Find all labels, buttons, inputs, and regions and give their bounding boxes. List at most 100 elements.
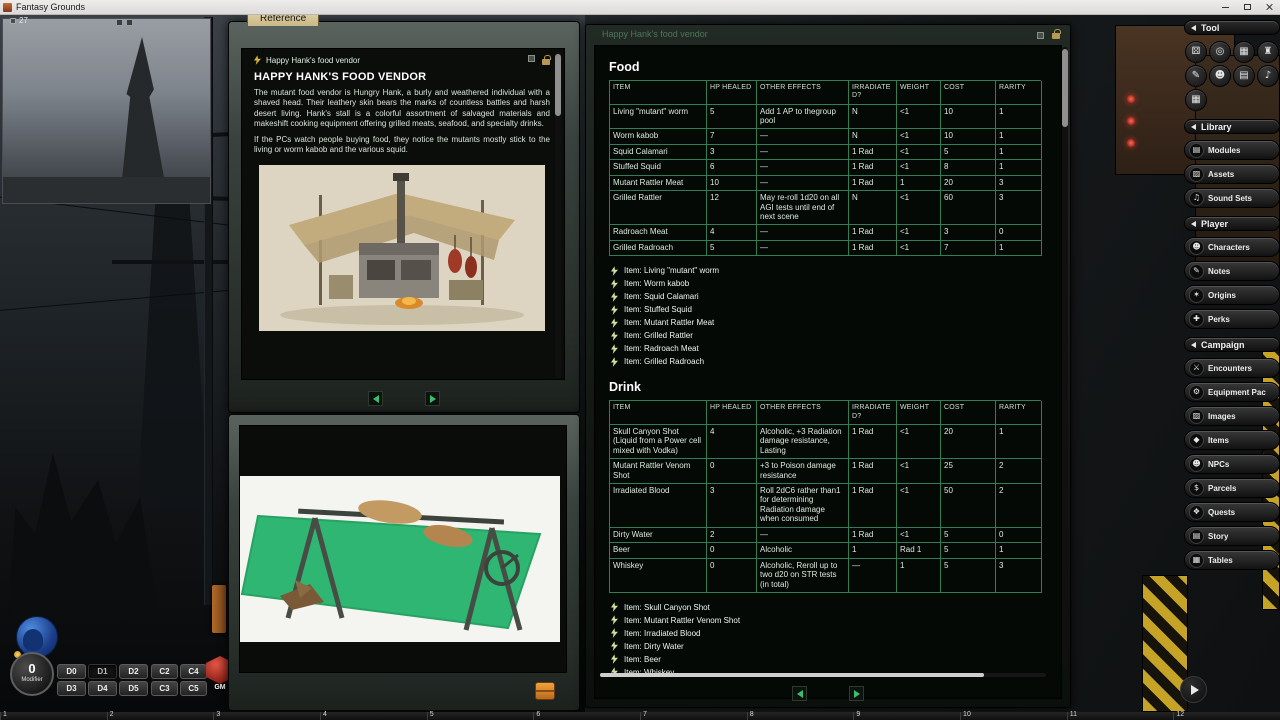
group-label: Campaign <box>1201 340 1245 350</box>
unpin-icon[interactable] <box>116 19 123 26</box>
item-link[interactable]: Item: Worm kabob <box>611 277 1047 290</box>
tool-button[interactable]: ▤ <box>1233 65 1255 87</box>
item-link[interactable]: Item: Irradiated Blood <box>611 627 1047 640</box>
pin-icon[interactable] <box>1037 32 1044 39</box>
item-link[interactable]: Item: Radroach Meat <box>611 342 1047 355</box>
die-button[interactable]: D4 <box>88 681 117 696</box>
item-link[interactable]: Item: Grilled Radroach <box>611 355 1047 368</box>
cell-other-effects: — <box>757 528 849 543</box>
modifier-dial[interactable]: 0 Modifier <box>10 652 54 696</box>
cell-hp-healed: 0 <box>707 459 757 484</box>
prev-page-button[interactable] <box>792 686 807 701</box>
lock-icon[interactable] <box>542 59 550 65</box>
sidebar-item[interactable]: ▨ Assets <box>1184 164 1280 184</box>
die-button[interactable]: C3 <box>151 681 178 696</box>
app-icon <box>3 3 12 12</box>
sidebar-item[interactable]: ⚔ Encounters <box>1184 358 1280 378</box>
die-button[interactable]: D5 <box>119 681 148 696</box>
resize-icon[interactable] <box>126 19 133 26</box>
tool-button[interactable]: ⚄ <box>1185 41 1207 63</box>
scene-preview-panel[interactable] <box>2 18 211 204</box>
sidebar-item[interactable]: ❖ Quests <box>1184 502 1280 522</box>
sidebar-item[interactable]: ☻ NPCs <box>1184 454 1280 474</box>
cell-rarity: 2 <box>996 484 1042 528</box>
scrollbar-thumb[interactable] <box>1062 49 1068 127</box>
sidebar-item[interactable]: $ Parcels <box>1184 478 1280 498</box>
horizontal-scrollbar[interactable] <box>600 673 1046 677</box>
sidebar-group-tool[interactable]: Tool <box>1184 20 1280 35</box>
sidebar-group-library[interactable]: Library <box>1184 119 1280 134</box>
origin-icon: ✶ <box>1193 291 1200 299</box>
scrollbar-thumb[interactable] <box>555 54 561 116</box>
pin-icon[interactable] <box>528 55 535 62</box>
item-link[interactable]: Item: Living "mutant" worm <box>611 264 1047 277</box>
item-link[interactable]: Item: Mutant Rattler Venom Shot <box>611 614 1047 627</box>
tool-button[interactable]: ☻ <box>1209 65 1231 87</box>
tool-button[interactable]: ◎ <box>1209 41 1231 63</box>
tool-button[interactable]: ♪ <box>1257 65 1279 87</box>
reference-scrollbar[interactable] <box>555 52 561 378</box>
cell-item: Whiskey <box>610 559 707 593</box>
vertical-scrollbar[interactable] <box>1062 47 1068 667</box>
close-button[interactable] <box>1258 0 1280 15</box>
sidebar-item[interactable]: ✶ Origins <box>1184 285 1280 305</box>
item-link[interactable]: Item: Mutant Rattler Meat <box>611 316 1047 329</box>
item-link-label: Item: Irradiated Blood <box>624 629 700 638</box>
die-button[interactable]: D1 <box>88 664 117 679</box>
lock-icon[interactable] <box>1052 33 1060 39</box>
item-link[interactable]: Item: Dirty Water <box>611 640 1047 653</box>
play-button[interactable] <box>1180 676 1207 703</box>
chest-icon[interactable] <box>535 682 555 700</box>
sidebar-item[interactable]: ▤ Modules <box>1184 140 1280 160</box>
sidebar-item[interactable]: ♫ Sound Sets <box>1184 188 1280 208</box>
sidebar-group-campaign[interactable]: Campaign <box>1184 337 1280 352</box>
die-label: D1 <box>97 667 107 676</box>
sidebar-item[interactable]: ◆ Items <box>1184 430 1280 450</box>
reference-window[interactable]: Reference Happy Hank's food vendor HAPPY… <box>228 21 580 413</box>
vendor-window[interactable]: Happy Hank's food vendor Food ITEMHP HEA… <box>585 24 1071 708</box>
tool-button[interactable]: ▦ <box>1233 41 1255 63</box>
table-row: Irradiated Blood 3 Roll 2dC6 rather than… <box>610 484 1041 528</box>
sidebar-item[interactable]: ▤ Story <box>1184 526 1280 546</box>
die-button[interactable]: D0 <box>57 664 86 679</box>
item-link[interactable]: Item: Skull Canyon Shot <box>611 601 1047 614</box>
item-link-label: Item: Living "mutant" worm <box>624 266 719 275</box>
next-page-button[interactable] <box>425 391 440 406</box>
item-link[interactable]: Item: Grilled Rattler <box>611 329 1047 342</box>
maximize-icon <box>1244 4 1251 10</box>
die-button[interactable]: D3 <box>57 681 86 696</box>
die-button[interactable]: C2 <box>151 664 178 679</box>
tool-button[interactable]: ▦ <box>1185 89 1207 111</box>
cell-item: Grilled Rattler <box>610 191 707 225</box>
prev-page-button[interactable] <box>368 391 383 406</box>
item-icon: ◆ <box>1193 436 1199 444</box>
die-label: C3 <box>159 684 169 693</box>
cell-hp-healed: 3 <box>707 484 757 528</box>
item-bolt-icon <box>611 305 618 315</box>
die-button[interactable]: C4 <box>180 664 207 679</box>
sidebar-item[interactable]: ▨ Images <box>1184 406 1280 426</box>
sidebar-item[interactable]: ⚙ Equipment Pac <box>1184 382 1280 402</box>
sidebar-item[interactable]: ✎ Notes <box>1184 261 1280 281</box>
die-button[interactable]: D2 <box>119 664 148 679</box>
minimize-button[interactable] <box>1214 0 1236 15</box>
maximize-button[interactable] <box>1236 0 1258 15</box>
bottom-ruler: 1 2 3 4 5 6 7 8 9 10 <box>0 712 1280 720</box>
tool-button[interactable]: ✎ <box>1185 65 1207 87</box>
scrollbar-thumb[interactable] <box>600 673 984 677</box>
tab-reference[interactable]: Reference <box>247 15 319 26</box>
sidebar-item[interactable]: ✚ Perks <box>1184 309 1280 329</box>
cell-other-effects: — <box>757 129 849 144</box>
die-button[interactable]: C5 <box>180 681 207 696</box>
next-page-button[interactable] <box>849 686 864 701</box>
item-link[interactable]: Item: Stuffed Squid <box>611 303 1047 316</box>
image-panel[interactable] <box>228 414 580 711</box>
table-row: Radroach Meat 4 — 1 Rad <1 3 0 <box>610 225 1041 240</box>
sidebar-item[interactable]: ☻ Characters <box>1184 237 1280 257</box>
item-link[interactable]: Item: Squid Calamari <box>611 290 1047 303</box>
sidebar-group-player[interactable]: Player <box>1184 216 1280 231</box>
sidebar-item[interactable]: ▦ Tables <box>1184 550 1280 570</box>
notes-icon: ▤ <box>1239 71 1248 81</box>
item-link[interactable]: Item: Beer <box>611 653 1047 666</box>
tool-button[interactable]: ♜ <box>1257 41 1279 63</box>
